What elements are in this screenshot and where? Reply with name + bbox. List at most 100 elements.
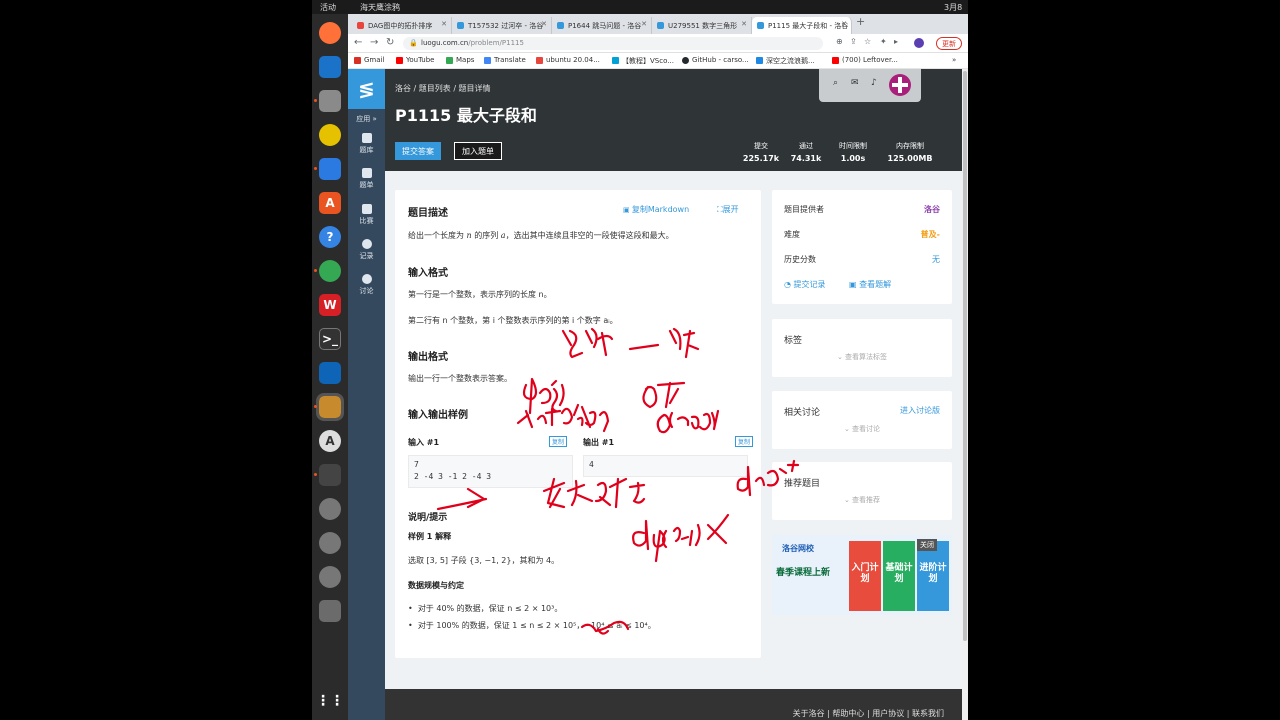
sidebar-apps[interactable]: 应用 » [348,114,385,124]
history-value: 无 [932,255,940,264]
input-sample-box[interactable]: 72 -4 3 -1 2 -4 3 [408,455,573,488]
chrome-icon[interactable] [319,260,341,282]
tab-dag[interactable]: DAG图中的拓扑排序 ✕ [352,17,452,34]
enter-discuss-link[interactable]: 进入讨论版 [900,405,940,416]
tab-p1644[interactable]: P1644 跳马问题 - 洛谷 ✕ [552,17,652,34]
chart-icon [361,204,372,214]
update-button[interactable]: 更新 [936,37,962,50]
paint-icon[interactable] [316,393,344,421]
show-discuss-toggle[interactable]: ⌄ 查看讨论 [772,424,952,434]
avatar[interactable] [889,74,911,96]
luogu-logo[interactable]: ≶ [348,69,385,109]
footer: 关于洛谷 | 帮助中心 | 用户协议 | 联系我们 [385,689,968,720]
reload-icon[interactable]: ↻ [386,37,394,48]
scrollbar[interactable] [962,69,968,720]
output-sample-box[interactable]: 4 [583,455,748,477]
provider-value[interactable]: 洛谷 [924,204,940,215]
tab-p1115[interactable]: P1115 最大子段和 - 洛谷 ✕ [752,17,852,34]
bookmarks-bar: Gmail YouTube Maps Translate ubuntu 20.0… [348,53,968,69]
copy-output-button[interactable]: 复制 [735,436,754,447]
expand-button[interactable]: ⛶展开 [717,204,739,215]
lock-icon: 🔒 [409,39,418,47]
bookmark-star-icon[interactable]: ☆ [864,37,871,46]
tab-t157532[interactable]: T157532 过河卒 - 洛谷 ✕ [452,17,552,34]
bookmark-maps[interactable]: Maps [446,56,474,64]
discuss-card: 相关讨论 进入讨论版 ⌄ 查看讨论 [772,391,952,449]
input-line-1: 第一行是一个整数，表示序列的长度 n。 [408,290,552,299]
url-path: /problem/P1115 [468,39,524,47]
wps-icon[interactable]: W [319,294,341,316]
footer-links[interactable]: 关于洛谷 | 帮助中心 | 用户协议 | 联系我们 [793,708,944,719]
url-field[interactable]: 🔒 luogu.com.cn/problem/P1115 [403,37,823,50]
sample-explain-text: 选取 [3, 5] 子段 {3, −1, 2}，其和为 4。 [408,556,560,565]
sidebar-item-discuss[interactable]: 讨论 [348,274,385,296]
bookmark-ubuntu[interactable]: ubuntu 20.04... [536,56,600,64]
ad-banner[interactable]: 洛谷网校 春季课程上新 入门计划 基础计划 进阶计划 关闭 [772,535,952,615]
ad-brand: 洛谷网校 [782,544,814,553]
disk-icon-2[interactable] [319,532,341,554]
thunderbird-icon[interactable] [319,56,341,78]
chevron-down-icon: ⌄ [843,425,853,433]
copy-input-button[interactable]: 复制 [549,436,568,447]
help-icon[interactable]: ? [319,226,341,248]
tab-u279551[interactable]: U279551 数字三角形 ✕ [652,17,752,34]
bookmark-gmail[interactable]: Gmail [354,56,384,64]
bookmark-github[interactable]: GitHub - carso... [682,56,749,64]
section-title-hint: 说明/提示 [408,513,448,523]
bookmark-leftover[interactable]: (700) Leftover... [832,56,898,64]
address-bar: ← → ↻ 🔒 luogu.com.cn/problem/P1115 ⊕ ⇪ ☆… [348,34,968,53]
disk-icon-3[interactable] [319,566,341,588]
share-icon[interactable]: ⇪ [850,37,857,46]
zoom-icon[interactable]: ⊕ [836,37,843,46]
breadcrumb[interactable]: 洛谷 / 题目列表 / 题目详情 [395,83,491,94]
installer-icon[interactable] [319,464,341,486]
sidebar-item-problems[interactable]: 题库 [348,133,385,155]
luogu-page: ≶ 应用 » 题库 题单 比赛 记录 讨论 洛谷 / 题目列表 / 题目详情 P… [348,69,968,720]
firefox-icon[interactable] [319,22,341,44]
back-icon[interactable]: ← [354,37,362,48]
bookmark-youtube[interactable]: YouTube [396,56,434,64]
sidebar-item-contests[interactable]: 比赛 [348,204,385,226]
bell-icon[interactable]: ♪ [871,78,877,88]
copy-markdown-button[interactable]: ▣ 复制Markdown [623,204,689,215]
profile-avatar[interactable] [914,38,924,48]
bookmark-vscode[interactable]: 【教程】VSco... [612,56,674,66]
close-icon: ✕ [441,20,447,28]
range-title: 数据规模与约定 [408,581,464,590]
mail-icon[interactable]: ✉ [851,78,859,88]
files-icon[interactable] [319,90,341,112]
disk-icon[interactable] [319,498,341,520]
add-to-list-button[interactable]: 加入题单 [454,142,502,160]
activities-button[interactable]: 活动 [320,2,336,13]
vscode-icon[interactable] [319,362,341,384]
search-icon[interactable]: ⌕ [833,78,838,88]
software-center-icon[interactable]: A [319,192,341,214]
terminal-icon[interactable]: >_ [319,328,341,350]
trash-icon[interactable] [319,600,341,622]
bookmark-translate[interactable]: Translate [484,56,526,64]
show-apps-icon[interactable]: ⋮⋮ [316,690,344,712]
show-tags-toggle[interactable]: ⌄ 查看算法标签 [772,352,952,362]
solutions-link[interactable]: ▣ 查看题解 [849,279,891,290]
sidebar-item-records[interactable]: 记录 [348,239,385,261]
new-tab-icon[interactable]: + [856,15,865,28]
writer-icon[interactable] [319,158,341,180]
stat-accepted: 通过 74.31k [790,142,822,163]
bookmark-deepsky[interactable]: 深空之流浪鹅... [756,56,815,66]
accessibility-icon[interactable]: A [319,430,341,452]
extensions-icon[interactable]: ✦ [880,37,887,46]
scrollbar-thumb[interactable] [963,71,967,641]
media-icon[interactable]: ▸ [894,37,898,46]
close-icon: ✕ [541,20,547,28]
sidebar-item-lists[interactable]: 题单 [348,168,385,190]
show-recommend-toggle[interactable]: ⌄ 查看推荐 [772,495,952,505]
gmail-icon [354,57,361,64]
close-ad-button[interactable]: 关闭 [917,539,937,551]
submissions-link[interactable]: ◔ 提交记录 [784,279,826,290]
more-bookmarks-icon[interactable]: » [952,56,956,64]
tags-title: 标签 [784,336,803,346]
submit-answer-button[interactable]: 提交答案 [395,142,441,160]
pie-icon [361,239,372,249]
rhythmbox-icon[interactable] [319,124,341,146]
forward-icon[interactable]: → [370,37,378,48]
